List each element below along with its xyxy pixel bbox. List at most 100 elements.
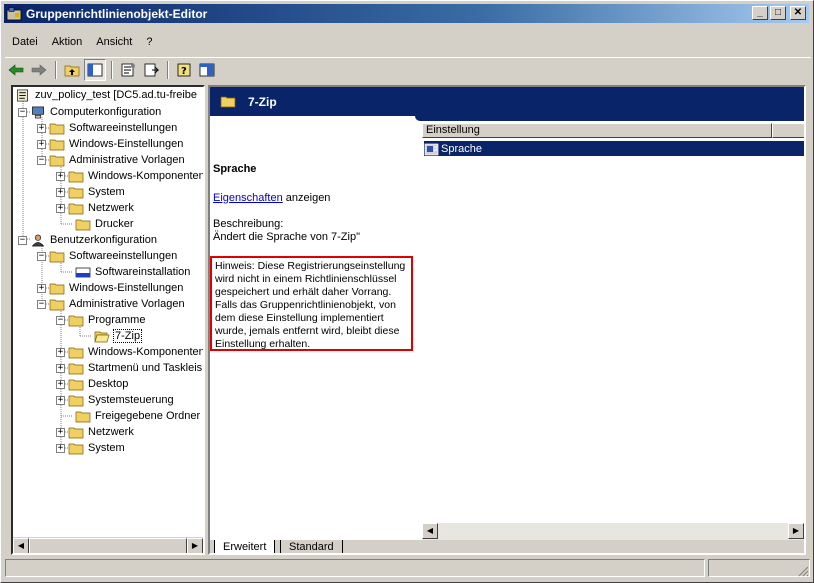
show-hide-action-button[interactable] xyxy=(196,59,218,81)
tree-item-windows-components[interactable]: + Windows-Komponenten xyxy=(56,168,203,184)
tree-item-software-installation[interactable]: Softwareinstallation xyxy=(75,264,191,280)
maximize-button[interactable]: □ xyxy=(770,6,786,20)
properties-link[interactable]: Eigenschaften xyxy=(213,192,283,204)
tree-label: Netzwerk xyxy=(88,426,134,438)
policy-setting-icon xyxy=(424,143,439,155)
tree-label: Programme xyxy=(88,314,146,326)
status-cell-side xyxy=(708,559,810,577)
list-row-label: Sprache xyxy=(441,142,482,155)
toolbar-separator xyxy=(55,60,57,79)
expand-icon[interactable]: + xyxy=(56,379,65,389)
collapse-icon[interactable]: − xyxy=(18,107,27,117)
folder-icon xyxy=(49,299,65,310)
tree-item-printers[interactable]: Drucker xyxy=(75,216,135,232)
computer-icon xyxy=(32,106,44,118)
status-bar xyxy=(5,559,811,579)
close-button[interactable]: ✕ xyxy=(790,6,806,20)
scroll-right-button[interactable]: ▶ xyxy=(788,523,804,539)
folder-icon xyxy=(49,283,65,294)
tree-item-windows-settings[interactable]: + Windows-Einstellungen xyxy=(37,136,184,152)
help-button[interactable]: ? xyxy=(173,59,195,81)
list-horizontal-scrollbar[interactable]: ◀ ▶ xyxy=(422,523,804,540)
expand-icon[interactable]: + xyxy=(56,347,65,357)
expand-icon[interactable]: + xyxy=(56,395,65,405)
menu-help[interactable]: ? xyxy=(139,35,159,53)
details-header: 7-Zip xyxy=(210,87,804,116)
console-tree[interactable]: zuv_policy_test [DC5.ad.tu-freibe − Comp… xyxy=(11,85,205,555)
expand-icon[interactable]: + xyxy=(37,123,46,133)
settings-list[interactable]: Einstellung Sprache xyxy=(422,123,804,520)
tree-item-software-settings[interactable]: + Softwareeinstellungen xyxy=(37,120,178,136)
expand-icon[interactable]: + xyxy=(56,427,65,437)
tree-item-programme[interactable]: − Programme xyxy=(56,312,146,328)
tree-item-shared-folders[interactable]: Freigegebene Ordner xyxy=(75,408,201,424)
collapse-icon[interactable]: − xyxy=(37,299,46,309)
back-button[interactable] xyxy=(5,59,27,81)
tree-root[interactable]: zuv_policy_test [DC5.ad.tu-freibe xyxy=(15,87,198,103)
tree-item-startmenu[interactable]: + Startmenü und Taskleis xyxy=(56,360,203,376)
expand-icon[interactable]: + xyxy=(56,203,65,213)
folder-icon xyxy=(49,123,65,134)
menu-ansicht[interactable]: Ansicht xyxy=(89,35,139,53)
folder-icon xyxy=(68,379,84,390)
status-cell-main xyxy=(5,559,705,577)
expand-icon[interactable]: + xyxy=(37,139,46,149)
scroll-thumb[interactable] xyxy=(29,538,187,553)
properties-button[interactable] xyxy=(117,59,139,81)
tree-item-user-windows-settings[interactable]: + Windows-Einstellungen xyxy=(37,280,184,296)
tree-horizontal-scrollbar[interactable]: ◀ ▶ xyxy=(13,537,203,553)
tree-item-user-admin-templates[interactable]: − Administrative Vorlagen xyxy=(37,296,186,312)
menu-datei[interactable]: Datei xyxy=(5,35,45,53)
up-level-button[interactable] xyxy=(61,59,83,81)
tree-label: Administrative Vorlagen xyxy=(69,298,185,310)
tab-erweitert[interactable]: Erweitert xyxy=(214,540,276,553)
open-folder-icon xyxy=(94,331,110,342)
svg-text:?: ? xyxy=(181,66,187,77)
expand-icon[interactable]: + xyxy=(56,363,65,373)
tree-item-desktop[interactable]: + Desktop xyxy=(56,376,129,392)
expand-icon[interactable]: + xyxy=(37,283,46,293)
column-header-extra[interactable] xyxy=(772,123,804,138)
tree-item-user-software-settings[interactable]: − Softwareeinstellungen xyxy=(37,248,178,264)
folder-icon xyxy=(68,187,84,198)
tree-label: Startmenü und Taskleis xyxy=(88,362,203,374)
tree-item-user-network[interactable]: + Netzwerk xyxy=(56,424,135,440)
collapse-icon[interactable]: − xyxy=(37,251,46,261)
tab-standard[interactable]: Standard xyxy=(280,540,343,553)
back-arrow-icon xyxy=(8,63,24,76)
collapse-icon[interactable]: − xyxy=(56,315,65,325)
tree-item-network[interactable]: + Netzwerk xyxy=(56,200,135,216)
minimize-button[interactable]: _ xyxy=(752,6,768,20)
expand-icon[interactable]: + xyxy=(56,171,65,181)
menu-aktion[interactable]: Aktion xyxy=(45,35,90,53)
view-tabs: Erweitert Standard xyxy=(210,540,804,553)
export-list-button[interactable] xyxy=(140,59,162,81)
resize-grip-icon[interactable] xyxy=(797,565,809,577)
tree-label: Softwareeinstellungen xyxy=(69,122,178,134)
expand-icon[interactable]: + xyxy=(56,443,65,453)
scroll-left-button[interactable]: ◀ xyxy=(13,538,29,553)
show-tree-button[interactable] xyxy=(84,58,106,81)
tree-item-user-config[interactable]: − Benutzerkonfiguration xyxy=(18,232,158,248)
tree-item-admin-templates[interactable]: − Administrative Vorlagen xyxy=(37,152,186,168)
list-row[interactable]: Sprache xyxy=(424,141,804,156)
tree-item-computer-config[interactable]: − Computerkonfiguration xyxy=(18,104,162,120)
tree-label: Windows-Einstellungen xyxy=(69,282,184,294)
scroll-left-button[interactable]: ◀ xyxy=(422,523,438,539)
tree-item-control-panel[interactable]: + Systemsteuerung xyxy=(56,392,175,408)
tree-item-system[interactable]: + System xyxy=(56,184,126,200)
column-header-setting[interactable]: Einstellung xyxy=(422,123,772,138)
collapse-icon[interactable]: − xyxy=(18,235,27,245)
tree-item-7zip[interactable]: 7-Zip xyxy=(94,328,143,344)
expand-icon[interactable]: + xyxy=(56,187,65,197)
toolbar: ? xyxy=(5,57,811,81)
collapse-icon[interactable]: − xyxy=(37,155,46,165)
forward-button[interactable] xyxy=(28,59,50,81)
scroll-right-button[interactable]: ▶ xyxy=(187,538,203,553)
tree-item-user-windows-components[interactable]: + Windows-Komponenten xyxy=(56,344,203,360)
tree-item-user-system[interactable]: + System xyxy=(56,440,126,456)
title-bar[interactable]: Gruppenrichtlinienobjekt-Editor _ □ ✕ xyxy=(4,4,809,23)
toolbar-separator xyxy=(167,60,169,79)
folder-up-icon xyxy=(64,65,80,76)
folder-icon xyxy=(68,315,84,326)
